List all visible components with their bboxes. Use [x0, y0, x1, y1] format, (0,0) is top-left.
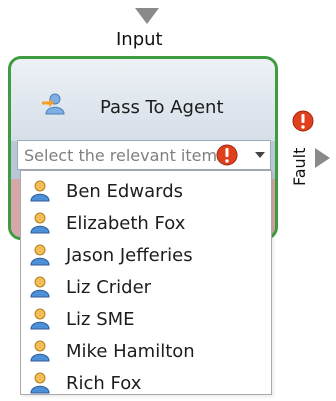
agent-option-jason-jefferies[interactable]: Jason Jefferies	[21, 239, 271, 271]
user-icon	[30, 308, 50, 330]
agent-option-elizabeth-fox[interactable]: Elizabeth Fox	[21, 207, 271, 239]
agent-option-liz-crider[interactable]: Liz Crider	[21, 271, 271, 303]
input-port-label: Input	[116, 29, 163, 50]
agent-select-placeholder: Select the relevant item	[24, 146, 218, 165]
agent-transfer-icon	[42, 93, 65, 115]
agent-option-label: Mike Hamilton	[66, 341, 195, 362]
agent-option-liz-sme[interactable]: Liz SME	[21, 303, 271, 335]
agent-dropdown-list[interactable]: Ben Edwards Elizabeth Fox Jason Jefferie…	[20, 170, 272, 395]
agent-option-ben-edwards[interactable]: Ben Edwards	[21, 175, 271, 207]
agent-option-label: Jason Jefferies	[66, 245, 193, 266]
user-icon	[30, 212, 50, 234]
user-icon	[30, 244, 50, 266]
agent-option-label: Rich Fox	[66, 373, 142, 394]
agent-option-mike-hamilton[interactable]: Mike Hamilton	[21, 335, 271, 367]
agent-option-rich-fox[interactable]: Rich Fox	[21, 367, 271, 399]
fault-port-arrow-icon[interactable]	[315, 148, 330, 168]
agent-option-label: Elizabeth Fox	[66, 213, 186, 234]
user-icon	[30, 276, 50, 298]
agent-option-label: Liz SME	[66, 309, 135, 330]
fault-error-icon	[292, 110, 314, 132]
user-icon	[30, 372, 50, 394]
input-port-arrow-icon[interactable]	[135, 8, 159, 24]
user-icon	[30, 180, 50, 202]
activity-title: Pass To Agent	[100, 97, 224, 118]
fault-port-label: Fault	[290, 147, 309, 186]
workflow-canvas: Input Pass To Agent Select the relevant …	[0, 0, 336, 401]
agent-option-label: Ben Edwards	[66, 181, 183, 202]
error-icon	[216, 144, 238, 166]
chevron-down-icon[interactable]	[255, 152, 265, 158]
agent-option-label: Liz Crider	[66, 277, 152, 298]
user-icon	[30, 340, 50, 362]
